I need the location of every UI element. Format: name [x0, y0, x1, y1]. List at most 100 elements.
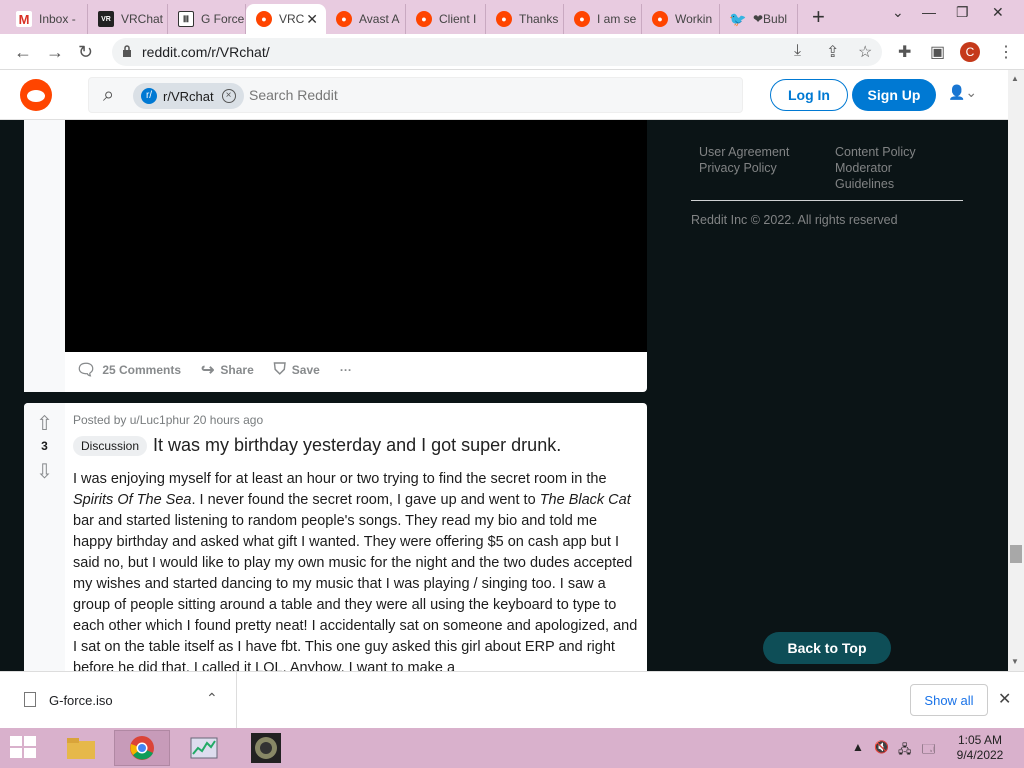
login-button[interactable]: Log In	[770, 79, 848, 111]
back-icon[interactable]: ←	[14, 42, 32, 63]
footer-links-right: Content Policy Moderator Guidelines	[835, 144, 916, 192]
show-hidden-icons[interactable]: ▲	[852, 740, 864, 754]
scroll-up-icon[interactable]: ▲	[1011, 74, 1019, 83]
search-placeholder: Search Reddit	[249, 87, 338, 103]
twitter-icon: 🐦	[729, 10, 747, 27]
scroll-down-icon[interactable]: ▼	[1011, 657, 1019, 666]
tab-label: Thanks	[519, 12, 559, 26]
tab-label: VRC	[279, 12, 305, 26]
gmail-icon: M	[16, 11, 32, 27]
file-explorer-icon[interactable]	[53, 730, 109, 766]
tab-working[interactable]: ● Workin	[642, 4, 720, 34]
show-all-button[interactable]: Show all	[910, 684, 988, 716]
subreddit-icon: r/	[141, 88, 157, 104]
tab-bubbl[interactable]: 🐦 ❤Bubl	[720, 4, 798, 34]
footer-link[interactable]: Privacy Policy	[699, 160, 789, 176]
tab-search-chevron-icon[interactable]: ⌄	[892, 4, 904, 21]
reddit-icon: ●	[574, 11, 590, 27]
footer-divider	[691, 200, 963, 201]
bookmark-star-icon[interactable]: ☆	[858, 42, 872, 62]
volume-muted-icon[interactable]: 🔇	[874, 740, 889, 754]
download-item[interactable]: G-force.iso ⌃	[0, 672, 237, 729]
reddit-header: ⌕ r/ r/VRchat × Search Reddit Log In Sig…	[0, 70, 1024, 120]
search-input[interactable]: ⌕ r/ r/VRchat × Search Reddit	[88, 77, 743, 113]
post-card: 🗨 25 Comments ↪ Share ⛉ Save ···	[24, 120, 647, 392]
extensions-icon[interactable]: ✚	[898, 42, 911, 62]
menu-kebab-icon[interactable]: ⋮	[998, 42, 1014, 62]
tab-thanks[interactable]: ● Thanks	[486, 4, 564, 34]
comments-label: 25 Comments	[102, 363, 182, 377]
footer-link[interactable]: Guidelines	[835, 176, 916, 192]
post-flair[interactable]: Discussion	[73, 436, 148, 456]
footer-link[interactable]: User Agreement	[699, 144, 789, 160]
clear-chip-icon[interactable]: ×	[221, 89, 236, 103]
close-tab-icon[interactable]: ✕	[306, 11, 318, 28]
close-window-icon[interactable]: ✕	[992, 4, 1004, 21]
action-center-icon[interactable]: 🗔	[922, 740, 935, 761]
tab-client[interactable]: ● Client I	[406, 4, 486, 34]
clock-time: 1:05 AM	[957, 733, 1003, 747]
tab-label: I am se	[597, 12, 637, 26]
post-body-text: I was enjoying myself for at least an ho…	[73, 471, 607, 487]
reddit-icon: ●	[496, 11, 512, 27]
close-download-bar-icon[interactable]: ✕	[998, 689, 1011, 709]
minimize-icon[interactable]: —	[922, 4, 936, 20]
comments-button[interactable]: 🗨 25 Comments	[76, 360, 181, 380]
reddit-icon: ●	[336, 11, 352, 27]
chrome-icon[interactable]	[114, 730, 170, 766]
network-icon[interactable]: 🖧	[898, 740, 911, 761]
app-icon[interactable]	[238, 730, 294, 766]
system-clock[interactable]: 1:05 AM 9/4/2022	[955, 733, 1005, 763]
more-options-button[interactable]: ···	[340, 363, 352, 377]
share-arrow-icon: ↪	[201, 362, 215, 379]
tab-i-am[interactable]: ● I am se	[564, 4, 642, 34]
scrollbar-thumb[interactable]	[1010, 545, 1022, 563]
footer-link[interactable]: Content Policy	[835, 144, 916, 160]
post-actions: 🗨 25 Comments ↪ Share ⛉ Save ···	[76, 360, 372, 380]
footer-links-left: User Agreement Privacy Policy	[699, 144, 789, 176]
tab-vrchat[interactable]: VR VRChat	[88, 4, 168, 34]
clock-date: 9/4/2022	[956, 748, 1004, 762]
tab-label: G Force	[201, 12, 245, 26]
tab-label: Workin	[675, 12, 713, 26]
install-icon[interactable]: ⤓	[794, 42, 801, 60]
reddit-logo-icon[interactable]	[20, 79, 52, 111]
save-button[interactable]: ⛉ Save	[274, 361, 320, 379]
tab-vrc-active[interactable]: ● VRC ✕	[246, 4, 326, 34]
restore-icon[interactable]: ❐	[956, 4, 969, 21]
reload-icon[interactable]: ↻	[78, 42, 93, 63]
omnibox[interactable]: reddit.com/r/VRchat/	[112, 38, 882, 66]
feed-area: 🗨 25 Comments ↪ Share ⛉ Save ··· ⇧ 3 ⇩ P…	[0, 120, 1008, 671]
video-player[interactable]	[65, 120, 647, 352]
forward-icon[interactable]: →	[46, 42, 64, 63]
downvote-icon[interactable]: ⇩	[24, 459, 65, 484]
back-to-top-button[interactable]: Back to Top	[763, 632, 891, 664]
tab-label: Avast A	[359, 12, 400, 26]
user-menu-icon[interactable]: 👤⌄	[948, 84, 977, 101]
community-chip-label: r/VRchat	[163, 88, 214, 104]
signup-button[interactable]: Sign Up	[852, 79, 936, 111]
share-button[interactable]: ↪ Share	[201, 360, 254, 380]
reddit-icon: ●	[256, 11, 272, 27]
share-icon[interactable]: ⇪	[826, 42, 839, 62]
tab-avast[interactable]: ● Avast A	[326, 4, 406, 34]
post-body-text: bar and started listening to random peop…	[73, 513, 638, 671]
upvote-icon[interactable]: ⇧	[24, 411, 65, 436]
new-tab-icon[interactable]: +	[812, 4, 825, 30]
community-chip[interactable]: r/ r/VRchat ×	[133, 83, 244, 109]
tab-inbox[interactable]: M Inbox -	[6, 4, 88, 34]
chevron-up-icon[interactable]: ⌃	[206, 690, 218, 707]
url-text: reddit.com/r/VRchat/	[142, 44, 270, 60]
tab-gforce[interactable]: Ⅲ G Force	[168, 4, 246, 34]
post-title[interactable]: It was my birthday yesterday and I got s…	[153, 435, 561, 456]
save-label: Save	[291, 363, 320, 377]
profile-avatar[interactable]: C	[960, 42, 980, 62]
task-manager-icon[interactable]	[176, 730, 232, 766]
footer-link[interactable]: Moderator	[835, 160, 916, 176]
windows-start-icon[interactable]	[10, 736, 38, 760]
sidepanel-icon[interactable]: ▣	[930, 42, 945, 62]
tab-label: Inbox -	[39, 12, 76, 26]
page-scrollbar[interactable]: ▲ ▼	[1008, 70, 1024, 671]
search-icon: ⌕	[103, 84, 115, 106]
tab-strip: M Inbox - VR VRChat Ⅲ G Force ● VRC ✕ ● …	[0, 0, 1024, 34]
